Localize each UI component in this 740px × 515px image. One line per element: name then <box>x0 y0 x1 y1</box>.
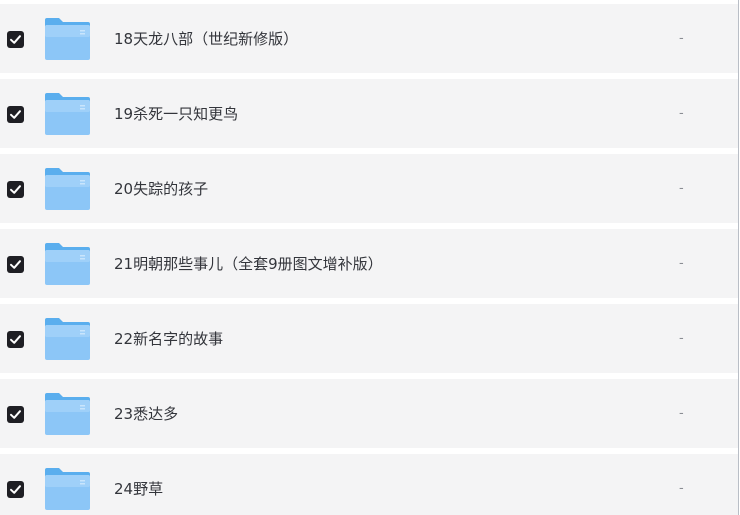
row-checkbox[interactable] <box>7 256 24 273</box>
file-name[interactable]: 18天龙八部（世纪新修版） <box>114 28 298 50</box>
folder-icon <box>44 318 91 360</box>
file-row[interactable]: 18天龙八部（世纪新修版） - <box>0 4 738 73</box>
row-checkbox[interactable] <box>7 481 24 498</box>
row-checkbox[interactable] <box>7 181 24 198</box>
folder-icon <box>44 18 91 60</box>
checkmark-icon <box>10 410 21 419</box>
file-name[interactable]: 23悉达多 <box>114 403 178 425</box>
file-size: - <box>679 406 684 421</box>
file-name[interactable]: 24野草 <box>114 478 163 500</box>
row-checkbox[interactable] <box>7 31 24 48</box>
row-checkbox[interactable] <box>7 331 24 348</box>
file-size: - <box>679 181 684 196</box>
checkmark-icon <box>10 110 21 119</box>
row-checkbox[interactable] <box>7 106 24 123</box>
file-row[interactable]: 22新名字的故事 - <box>0 304 738 373</box>
file-name[interactable]: 22新名字的故事 <box>114 328 223 350</box>
file-name[interactable]: 20失踪的孩子 <box>114 178 208 200</box>
file-row[interactable]: 21明朝那些事儿（全套9册图文增补版） - <box>0 229 738 298</box>
checkmark-icon <box>10 485 21 494</box>
folder-icon <box>44 168 91 210</box>
file-size: - <box>679 256 684 271</box>
file-row[interactable]: 23悉达多 - <box>0 379 738 448</box>
file-list: 18天龙八部（世纪新修版） - 19杀死一只知更鸟 - 20失踪的孩子 - 21… <box>0 0 739 515</box>
checkmark-icon <box>10 260 21 269</box>
checkmark-icon <box>10 35 21 44</box>
row-checkbox[interactable] <box>7 406 24 423</box>
folder-icon <box>44 93 91 135</box>
file-row[interactable]: 24野草 - <box>0 454 738 515</box>
file-name[interactable]: 19杀死一只知更鸟 <box>114 103 238 125</box>
file-size: - <box>679 106 684 121</box>
file-size: - <box>679 331 684 346</box>
file-name[interactable]: 21明朝那些事儿（全套9册图文增补版） <box>114 253 383 275</box>
folder-icon <box>44 243 91 285</box>
file-size: - <box>679 31 684 46</box>
folder-icon <box>44 468 91 510</box>
file-row[interactable]: 19杀死一只知更鸟 - <box>0 79 738 148</box>
checkmark-icon <box>10 335 21 344</box>
folder-icon <box>44 393 91 435</box>
checkmark-icon <box>10 185 21 194</box>
file-size: - <box>679 481 684 496</box>
file-row[interactable]: 20失踪的孩子 - <box>0 154 738 223</box>
